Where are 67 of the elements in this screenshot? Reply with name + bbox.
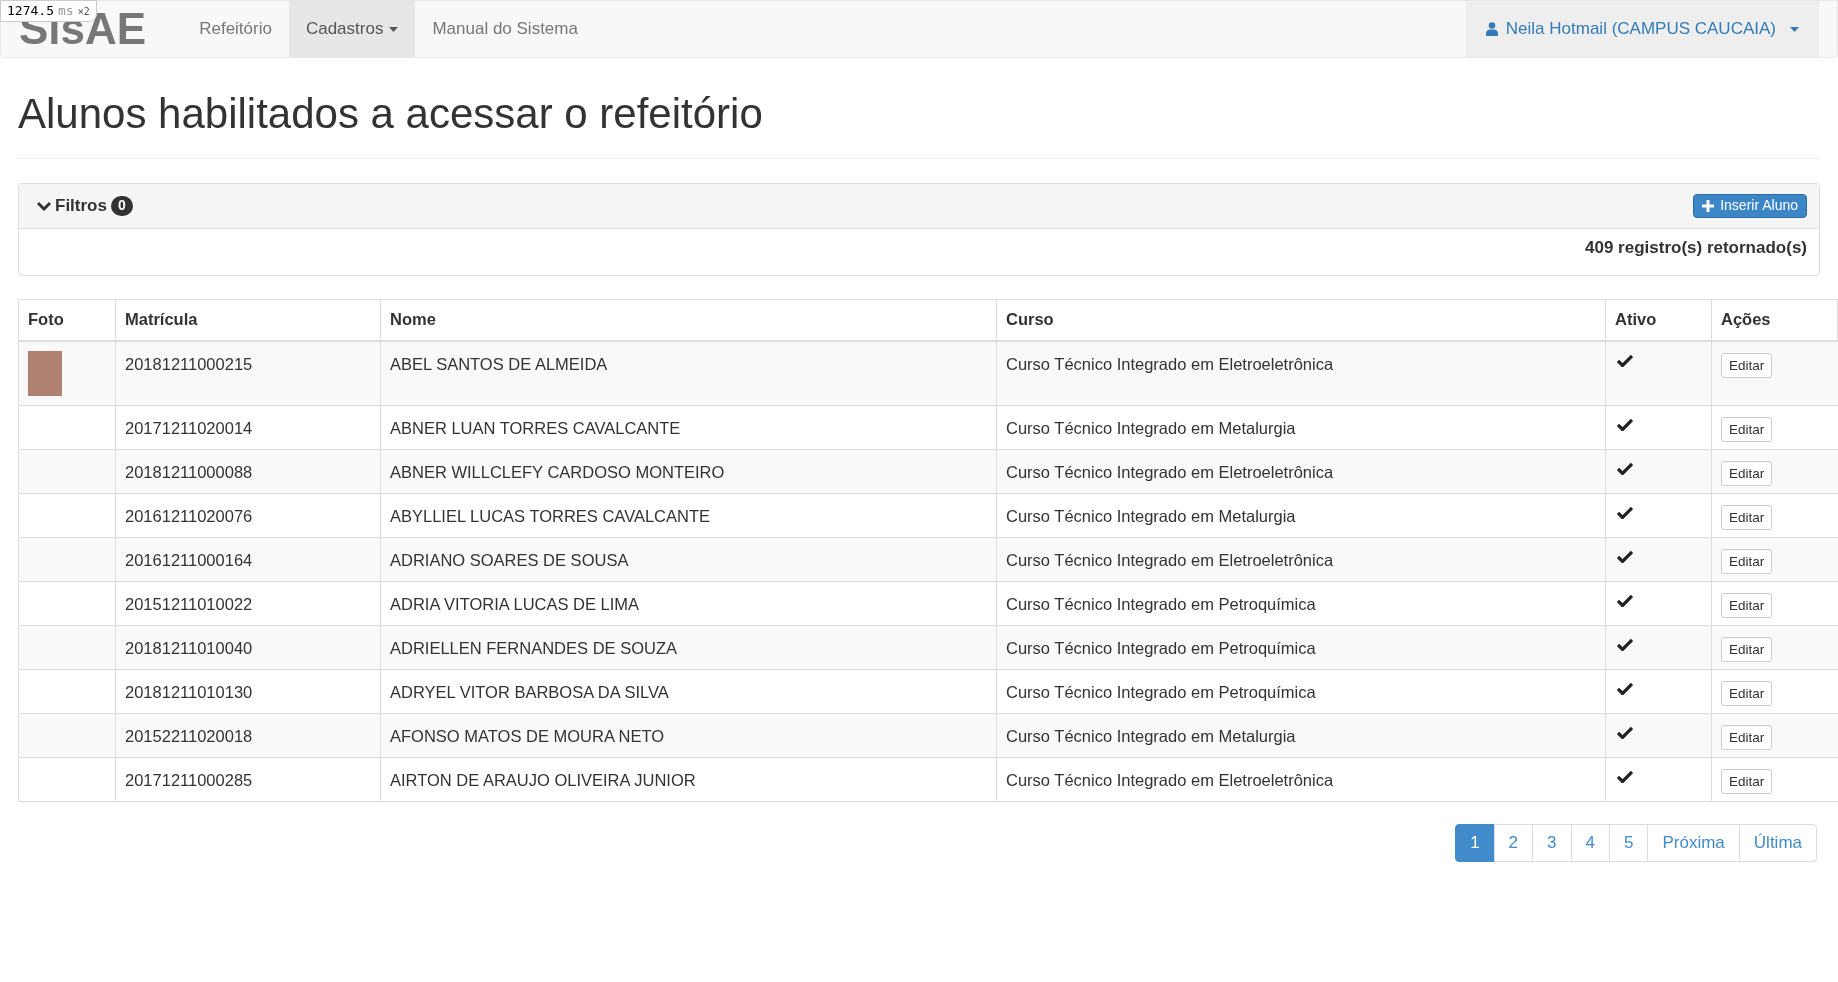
page-link[interactable]: 2	[1493, 823, 1534, 862]
course-cell: Curso Técnico Integrado em Eletroeletrônica	[1006, 462, 1334, 481]
column-header: Nome	[381, 299, 997, 340]
matricula-cell: 20181211000088	[125, 462, 253, 481]
edit-button[interactable]: Editar	[1721, 549, 1773, 575]
filters-toggle[interactable]: Filtros	[37, 192, 107, 219]
name-cell: ABNER WILLCLEFY CARDOSO MONTEIRO	[390, 462, 725, 481]
edit-button[interactable]: Editar	[1721, 505, 1773, 531]
name-cell: ABNER LUAN TORRES CAVALCANTE	[390, 418, 681, 437]
course-cell: Curso Técnico Integrado em Petroquímica	[1006, 682, 1316, 701]
course-cell: Curso Técnico Integrado em Metalurgia	[1006, 418, 1296, 437]
column-header: Curso	[997, 299, 1606, 340]
nav-item[interactable]: Cadastros	[288, 1, 416, 57]
page-link[interactable]: 3	[1532, 823, 1572, 862]
records-count: 409 registro(s) retornado(s)	[1585, 236, 1807, 259]
filter-count: 0	[110, 195, 133, 216]
insert-button[interactable]: Inserir Aluno	[1693, 193, 1807, 218]
matricula-cell: 20171211020014	[125, 418, 253, 437]
edit-button[interactable]: Editar	[1721, 681, 1773, 707]
user-icon	[1485, 22, 1498, 36]
name-cell: AIRTON DE ARAUJO OLIVEIRA JUNIOR	[390, 770, 696, 789]
caret-icon	[1790, 26, 1799, 32]
course-cell: Curso Técnico Integrado em Petroquímica	[1006, 594, 1316, 613]
matricula-cell: 20171211000285	[125, 770, 253, 789]
course-cell: Curso Técnico Integrado em Eletroeletrônica	[1006, 354, 1334, 373]
edit-button[interactable]: Editar	[1721, 593, 1773, 619]
page-link[interactable]: 4	[1570, 823, 1610, 862]
edit-button[interactable]: Editar	[1721, 461, 1773, 487]
photo-placeholder	[28, 350, 62, 396]
column-header: Ativo	[1606, 299, 1712, 340]
name-cell: ADRIELLEN FERNANDES DE SOUZA	[390, 638, 677, 657]
page-link[interactable]: 5	[1609, 823, 1649, 862]
course-cell: Curso Técnico Integrado em Metalurgia	[1006, 506, 1296, 525]
course-cell: Curso Técnico Integrado em Petroquímica	[1006, 638, 1316, 657]
matricula-cell: 20161211020076	[125, 506, 253, 525]
column-header: Matrícula	[116, 299, 381, 340]
name-cell: ADRYEL VITOR BARBOSA DA SILVA	[390, 682, 669, 701]
course-cell: Curso Técnico Integrado em Eletroeletrônica	[1006, 550, 1334, 569]
column-header: Ações	[1712, 299, 1838, 340]
column-header: Foto	[19, 299, 116, 340]
edit-button[interactable]: Editar	[1721, 725, 1773, 751]
name-cell: ABEL SANTOS DE ALMEIDA	[390, 354, 608, 373]
plus-icon	[1702, 199, 1715, 212]
matricula-cell: 20181211010040	[125, 638, 253, 657]
name-cell: AFONSO MATOS DE MOURA NETO	[390, 726, 665, 745]
matricula-cell: 20152211020018	[125, 726, 253, 745]
caret-icon	[389, 26, 399, 32]
edit-button[interactable]: Editar	[1721, 417, 1773, 443]
name-cell: ADRIANO SOARES DE SOUSA	[390, 550, 629, 569]
name-cell: ABYLLIEL LUCAS TORRES CAVALCANTE	[390, 506, 711, 525]
nav-item[interactable]: Manual do Sistema	[415, 1, 595, 57]
matricula-cell: 20181211010130	[125, 682, 253, 701]
page-link[interactable]: Próxima	[1647, 823, 1740, 862]
course-cell: Curso Técnico Integrado em Metalurgia	[1006, 726, 1296, 745]
edit-button[interactable]: Editar	[1721, 353, 1773, 379]
matricula-cell: 20151211010022	[125, 594, 253, 613]
course-cell: Curso Técnico Integrado em Eletroeletrônica	[1006, 770, 1334, 789]
nav-item[interactable]: Refeitório	[182, 1, 289, 57]
matricula-cell: 20181211000215	[125, 354, 253, 373]
page-title: Alunos habilitados a acessar o refeitório	[18, 88, 1820, 159]
matricula-cell: 20161211000164	[125, 550, 253, 569]
name-cell: ADRIA VITORIA LUCAS DE LIMA	[390, 594, 640, 613]
user-menu[interactable]: Neila Hotmail (CAMPUS CAUCAIA)	[1465, 1, 1819, 57]
page-link[interactable]: Última	[1738, 823, 1817, 862]
edit-button[interactable]: Editar	[1721, 637, 1773, 663]
edit-button[interactable]: Editar	[1721, 769, 1773, 795]
page-link[interactable]: 1	[1455, 823, 1495, 862]
